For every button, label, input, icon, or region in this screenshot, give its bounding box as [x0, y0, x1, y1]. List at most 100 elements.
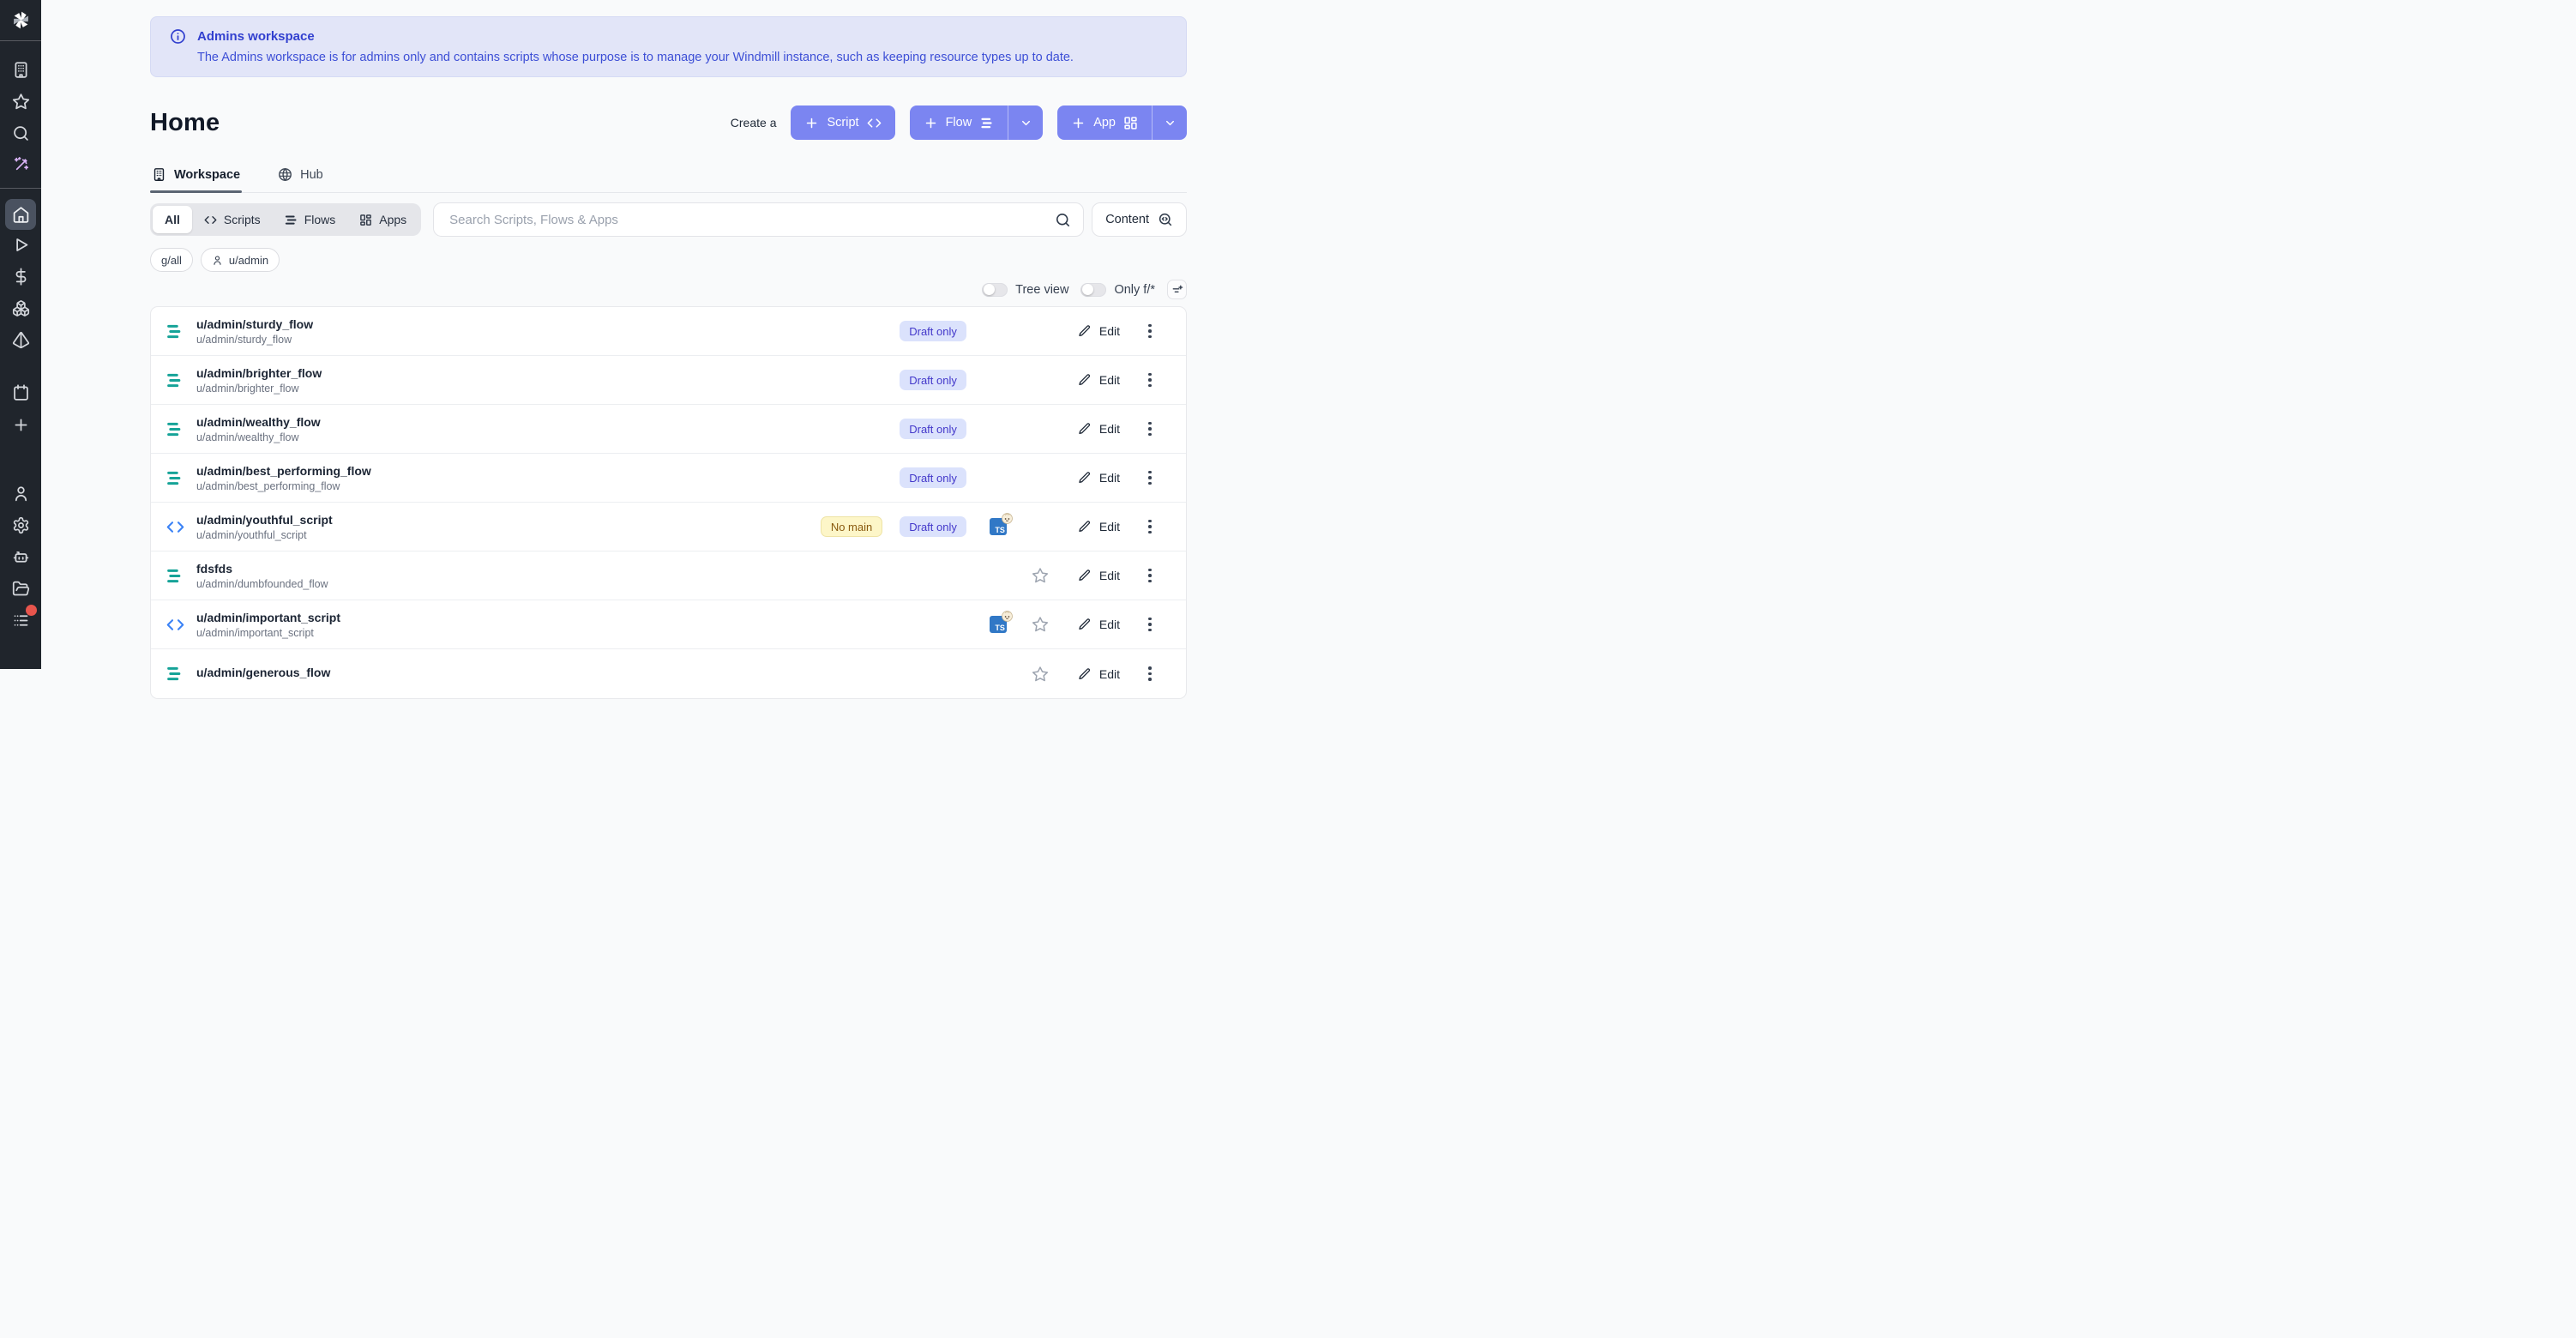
create-app-label: App — [1093, 116, 1116, 130]
table-row[interactable]: u/admin/wealthy_flow u/admin/wealthy_flo… — [151, 405, 1186, 454]
edit-button[interactable]: Edit — [1078, 520, 1120, 533]
tree-view-toggle[interactable] — [982, 283, 1008, 297]
row-menu-kebab[interactable] — [1143, 666, 1157, 683]
create-flow-button[interactable]: Flow — [910, 105, 1008, 140]
app-grid-icon — [1123, 116, 1138, 130]
home-icon[interactable] — [5, 199, 36, 230]
content-search-button[interactable]: Content — [1092, 202, 1187, 237]
filter-apps[interactable]: Apps — [347, 206, 418, 233]
create-script-button[interactable]: Script — [791, 105, 894, 140]
sidebar — [0, 0, 41, 669]
edit-button[interactable]: Edit — [1078, 373, 1120, 387]
table-row[interactable]: u/admin/brighter_flow u/admin/brighter_f… — [151, 356, 1186, 405]
create-app-dropdown[interactable] — [1152, 105, 1187, 140]
page-title: Home — [150, 109, 220, 137]
info-icon — [170, 28, 186, 45]
resources-boxes-icon[interactable] — [10, 298, 31, 318]
item-title: u/admin/youthful_script — [196, 513, 333, 527]
banner-description: The Admins workspace is for admins only … — [197, 51, 1169, 64]
flow-icon — [166, 469, 184, 487]
edit-button[interactable]: Edit — [1078, 471, 1120, 485]
app-grid-icon — [359, 214, 372, 226]
view-options: Tree view Only f/* — [150, 280, 1187, 299]
row-menu-kebab[interactable] — [1143, 420, 1157, 437]
tab-workspace[interactable]: Workspace — [150, 167, 242, 192]
filter-plus-icon — [1171, 284, 1183, 296]
row-menu-kebab[interactable] — [1143, 322, 1157, 340]
favorites-star-icon[interactable] — [10, 91, 31, 112]
user-icon — [212, 255, 223, 266]
owner-filter-user[interactable]: u/admin — [201, 248, 280, 272]
pencil-icon — [1078, 373, 1092, 387]
edit-label: Edit — [1099, 569, 1120, 582]
settings-gear-icon[interactable] — [10, 515, 31, 535]
workers-bot-icon[interactable] — [10, 546, 31, 567]
edit-button[interactable]: Edit — [1078, 422, 1120, 436]
filter-all[interactable]: All — [153, 206, 192, 233]
sidebar-divider — [0, 188, 41, 189]
flow-bars-icon — [979, 116, 994, 130]
row-menu-kebab[interactable] — [1143, 567, 1157, 584]
schedules-calendar-icon[interactable] — [10, 382, 31, 402]
plus-icon — [804, 116, 819, 130]
filter-flows-label: Flows — [304, 213, 336, 226]
user-icon[interactable] — [10, 483, 31, 503]
windmill-logo[interactable] — [0, 0, 41, 40]
filter-flows[interactable]: Flows — [273, 206, 348, 233]
item-title: u/admin/generous_flow — [196, 666, 330, 679]
edit-label: Edit — [1099, 667, 1120, 681]
row-menu-kebab[interactable] — [1143, 518, 1157, 535]
row-menu-kebab[interactable] — [1143, 469, 1157, 486]
table-row[interactable]: u/admin/sturdy_flow u/admin/sturdy_flow … — [151, 307, 1186, 356]
row-menu-kebab[interactable] — [1143, 371, 1157, 389]
table-row[interactable]: fdsfds u/admin/dumbfounded_flow — [151, 551, 1186, 600]
star-icon[interactable] — [1032, 616, 1049, 633]
runs-play-icon[interactable] — [10, 234, 31, 255]
pencil-icon — [1078, 422, 1092, 436]
plus-icon — [1071, 116, 1086, 130]
only-folders-toggle[interactable] — [1080, 283, 1106, 297]
pencil-icon — [1078, 520, 1092, 533]
create-a-label: Create a — [731, 116, 777, 130]
star-icon[interactable] — [1032, 666, 1049, 683]
item-path: u/admin/important_script — [196, 627, 340, 639]
table-row[interactable]: u/admin/generous_flow — [151, 649, 1186, 698]
no-main-badge: No main — [821, 516, 882, 537]
owner-filter-group[interactable]: g/all — [150, 248, 193, 272]
edit-button[interactable]: Edit — [1078, 324, 1120, 338]
workspace-building-icon[interactable] — [10, 59, 31, 80]
star-icon[interactable] — [1032, 567, 1049, 584]
edit-button[interactable]: Edit — [1078, 667, 1120, 681]
edit-button[interactable]: Edit — [1078, 618, 1120, 631]
search-icon[interactable] — [10, 123, 31, 143]
create-flow-label: Flow — [946, 116, 972, 130]
add-plus-icon[interactable] — [10, 414, 31, 435]
create-flow-dropdown[interactable] — [1008, 105, 1043, 140]
tab-hub[interactable]: Hub — [276, 167, 325, 192]
item-path: u/admin/youthful_script — [196, 529, 333, 541]
type-filter-group: All Scripts Flows — [150, 203, 421, 236]
search-input[interactable] — [449, 213, 1055, 227]
table-row[interactable]: u/admin/best_performing_flow u/admin/bes… — [151, 454, 1186, 503]
item-path: u/admin/wealthy_flow — [196, 431, 321, 443]
typescript-bun-icon: TS — [990, 518, 1007, 535]
table-row[interactable]: u/admin/important_script u/admin/importa… — [151, 600, 1186, 649]
pencil-icon — [1078, 618, 1092, 631]
folders-icon[interactable] — [10, 578, 31, 599]
ai-wand-icon[interactable] — [10, 154, 31, 175]
row-menu-kebab[interactable] — [1143, 616, 1157, 633]
logs-list-icon[interactable] — [10, 610, 31, 630]
create-app-button[interactable]: App — [1057, 105, 1152, 140]
triggers-pyramid-icon[interactable] — [10, 329, 31, 350]
table-row[interactable]: u/admin/youthful_script u/admin/youthful… — [151, 503, 1186, 551]
draft-only-badge: Draft only — [900, 370, 966, 390]
item-path: u/admin/best_performing_flow — [196, 480, 371, 492]
search-icon[interactable] — [1055, 212, 1071, 228]
bun-logo — [1002, 513, 1013, 524]
list-filter-button[interactable] — [1167, 280, 1187, 299]
variables-dollar-icon[interactable] — [10, 266, 31, 286]
sidebar-divider — [0, 40, 41, 41]
owner-group-label: g/all — [161, 254, 182, 267]
edit-button[interactable]: Edit — [1078, 569, 1120, 582]
filter-scripts[interactable]: Scripts — [192, 206, 273, 233]
